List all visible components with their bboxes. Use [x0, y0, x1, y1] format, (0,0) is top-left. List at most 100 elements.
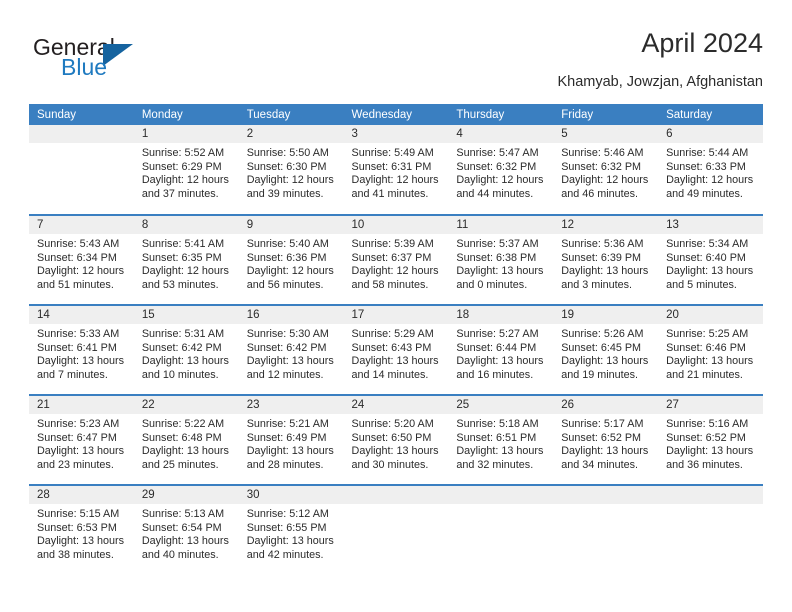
day-detail-line: and 49 minutes.: [666, 187, 743, 200]
calendar-day-cell[interactable]: 17 Sunrise: 5:29 AM Sunset: 6:43 PM Dayligh…: [343, 304, 449, 395]
calendar-header-row: Sunday Monday Tuesday Wednesday Thursday Frid…: [29, 104, 763, 125]
day-number: 26: [553, 396, 659, 414]
calendar-day-cell[interactable]: 2 Sunrise: 5:50 AM Sunset: 6:30 PM Daylight…: [238, 125, 344, 215]
calendar-day-cell[interactable]: 20 Sunrise: 5:25 AM Sunset: 6:46 PM Dayligh…: [658, 304, 763, 395]
calendar-day-cell[interactable]: 13 Sunrise: 5:34 AM Sunset: 6:40 PM Dayligh…: [658, 214, 763, 305]
calendar-day-cell[interactable]: 1 Sunrise: 5:52 AM Sunset: 6:29 PM Daylight…: [133, 125, 239, 215]
calendar-day-cell[interactable]: 9 Sunrise: 5:40 AM Sunset: 6:36 PM Daylight…: [238, 214, 344, 305]
day-detail-line: Daylight: 12 hours: [246, 174, 334, 187]
page-header: General Blue April 2024 Khamyab, Jowzjan…: [29, 28, 763, 98]
day-number: 25: [448, 396, 554, 414]
calendar-day-cell[interactable]: 14 Sunrise: 5:33 AM Sunset: 6:41 PM Dayligh…: [29, 304, 134, 395]
calendar-day-cell[interactable]: 12 Sunrise: 5:36 AM Sunset: 6:39 PM Dayligh…: [553, 214, 659, 305]
day-detail-line: and 41 minutes.: [351, 187, 429, 200]
calendar-day-cell[interactable]: 27 Sunrise: 5:16 AM Sunset: 6:52 PM Dayligh…: [658, 394, 763, 485]
day-detail-line: Daylight: 13 hours: [666, 355, 754, 368]
day-detail-line: and 38 minutes.: [37, 548, 114, 561]
day-details: Sunrise: 5:37 AM Sunset: 6:38 PM Daylight:…: [448, 234, 553, 292]
day-detail-line: Daylight: 12 hours: [141, 174, 229, 187]
calendar-day-cell[interactable]: 28 Sunrise: 5:15 AM Sunset: 6:53 PM Dayligh…: [29, 484, 134, 575]
calendar-day-cell[interactable]: 30 Sunrise: 5:12 AM Sunset: 6:55 PM Dayligh…: [238, 484, 344, 575]
calendar-day-cell[interactable]: 10 Sunrise: 5:39 AM Sunset: 6:37 PM Dayligh…: [343, 214, 449, 305]
day-detail-line: and 21 minutes.: [666, 368, 743, 381]
day-detail-line: and 40 minutes.: [141, 548, 219, 561]
day-details: Sunrise: 5:33 AM Sunset: 6:41 PM Daylight:…: [29, 324, 134, 382]
day-number: 18: [448, 306, 554, 324]
day-detail-line: Sunrise: 5:25 AM: [666, 328, 749, 340]
day-number: 14: [29, 306, 134, 324]
day-detail-line: Daylight: 12 hours: [141, 265, 229, 278]
day-details: Sunrise: 5:30 AM Sunset: 6:42 PM Daylight:…: [239, 324, 344, 382]
calendar-day-cell[interactable]: 5 Sunrise: 5:46 AM Sunset: 6:32 PM Daylight…: [553, 125, 659, 215]
day-detail-line: Sunrise: 5:18 AM: [456, 418, 539, 430]
calendar-day-cell[interactable]: 25 Sunrise: 5:18 AM Sunset: 6:51 PM Dayligh…: [448, 394, 554, 485]
day-number: 15: [133, 306, 239, 324]
calendar-day-cell[interactable]: 29 Sunrise: 5:13 AM Sunset: 6:54 PM Dayligh…: [133, 484, 239, 575]
day-number: 22: [133, 396, 239, 414]
day-detail-line: Daylight: 13 hours: [561, 265, 649, 278]
day-detail-line: Daylight: 13 hours: [351, 445, 439, 458]
day-details: Sunrise: 5:44 AM Sunset: 6:33 PM Daylight:…: [658, 143, 763, 201]
calendar-page: General Blue April 2024 Khamyab, Jowzjan…: [0, 0, 792, 612]
day-details: Sunrise: 5:13 AM Sunset: 6:54 PM Daylight:…: [134, 504, 239, 562]
day-detail-line: Sunset: 6:34 PM: [37, 251, 117, 264]
day-number: 3: [343, 125, 449, 143]
day-detail-line: Sunset: 6:35 PM: [141, 251, 222, 264]
calendar-day-cell[interactable]: 6 Sunrise: 5:44 AM Sunset: 6:33 PM Daylight…: [658, 125, 763, 215]
calendar-day-cell[interactable]: 3 Sunrise: 5:49 AM Sunset: 6:31 PM Daylight…: [343, 125, 449, 215]
day-detail-line: Sunset: 6:32 PM: [561, 160, 642, 173]
day-details: Sunrise: 5:21 AM Sunset: 6:49 PM Daylight:…: [239, 414, 344, 472]
day-detail-line: Sunrise: 5:16 AM: [666, 418, 749, 430]
day-detail-line: Sunset: 6:41 PM: [37, 341, 117, 354]
day-number: 1: [133, 125, 239, 143]
day-detail-line: Daylight: 13 hours: [666, 445, 754, 458]
weekday-header-wednesday: Wednesday: [343, 104, 449, 125]
calendar-day-cell[interactable]: 11 Sunrise: 5:37 AM Sunset: 6:38 PM Dayligh…: [448, 214, 554, 305]
day-detail-line: Sunrise: 5:21 AM: [246, 418, 329, 430]
day-number: [343, 486, 449, 504]
day-detail-line: Sunset: 6:46 PM: [666, 341, 746, 354]
calendar-day-cell[interactable]: 4 Sunrise: 5:47 AM Sunset: 6:32 PM Daylight…: [448, 125, 554, 215]
day-number: 27: [658, 396, 763, 414]
day-detail-line: Sunset: 6:43 PM: [351, 341, 432, 354]
page-title: April 2024: [641, 28, 763, 58]
day-number: 17: [343, 306, 449, 324]
day-detail-line: and 51 minutes.: [37, 278, 114, 291]
day-detail-line: Sunrise: 5:30 AM: [246, 328, 329, 340]
day-detail-line: and 58 minutes.: [351, 278, 429, 291]
weekday-header-monday: Monday: [133, 104, 239, 125]
calendar-day-cell[interactable]: 23 Sunrise: 5:21 AM Sunset: 6:49 PM Dayligh…: [238, 394, 344, 485]
calendar-day-cell[interactable]: 7 Sunrise: 5:43 AM Sunset: 6:34 PM Daylight…: [29, 214, 134, 305]
day-detail-line: Sunset: 6:45 PM: [561, 341, 642, 354]
calendar-day-cell[interactable]: 24 Sunrise: 5:20 AM Sunset: 6:50 PM Dayligh…: [343, 394, 449, 485]
calendar-day-cell[interactable]: 18 Sunrise: 5:27 AM Sunset: 6:44 PM Dayligh…: [448, 304, 554, 395]
day-number: 4: [448, 125, 554, 143]
page-subtitle-location: Khamyab, Jowzjan, Afghanistan: [557, 74, 763, 90]
day-number: 10: [343, 216, 449, 234]
day-details: Sunrise: 5:41 AM Sunset: 6:35 PM Daylight:…: [134, 234, 239, 292]
day-number: 11: [448, 216, 554, 234]
calendar-day-cell[interactable]: 16 Sunrise: 5:30 AM Sunset: 6:42 PM Dayligh…: [238, 304, 344, 395]
day-number: 8: [133, 216, 239, 234]
day-details: Sunrise: 5:40 AM Sunset: 6:36 PM Daylight:…: [239, 234, 344, 292]
calendar-day-cell[interactable]: 8 Sunrise: 5:41 AM Sunset: 6:35 PM Daylight…: [133, 214, 239, 305]
calendar-day-cell[interactable]: 21 Sunrise: 5:23 AM Sunset: 6:47 PM Dayligh…: [29, 394, 134, 485]
day-number: 23: [238, 396, 344, 414]
calendar-day-cell[interactable]: 26 Sunrise: 5:17 AM Sunset: 6:52 PM Dayligh…: [553, 394, 659, 485]
day-details: Sunrise: 5:12 AM Sunset: 6:55 PM Daylight:…: [239, 504, 344, 562]
calendar-day-cell[interactable]: 22 Sunrise: 5:22 AM Sunset: 6:48 PM Dayligh…: [133, 394, 239, 485]
calendar-day-cell[interactable]: 15 Sunrise: 5:31 AM Sunset: 6:42 PM Dayligh…: [133, 304, 239, 395]
day-number: 2: [238, 125, 344, 143]
day-detail-line: Sunrise: 5:40 AM: [246, 238, 329, 250]
day-detail-line: Sunset: 6:29 PM: [141, 160, 222, 173]
day-detail-line: Sunrise: 5:15 AM: [37, 508, 120, 520]
day-detail-line: Daylight: 13 hours: [246, 355, 334, 368]
day-number: [553, 486, 659, 504]
day-details: Sunrise: 5:34 AM Sunset: 6:40 PM Daylight:…: [658, 234, 763, 292]
calendar-day-cell-empty: [343, 484, 449, 575]
weekday-header-tuesday: Tuesday: [238, 104, 344, 125]
day-detail-line: Daylight: 12 hours: [456, 174, 544, 187]
day-detail-line: Daylight: 13 hours: [37, 355, 125, 368]
calendar-day-cell[interactable]: 19 Sunrise: 5:26 AM Sunset: 6:45 PM Dayligh…: [553, 304, 659, 395]
day-detail-line: Sunrise: 5:36 AM: [561, 238, 644, 250]
